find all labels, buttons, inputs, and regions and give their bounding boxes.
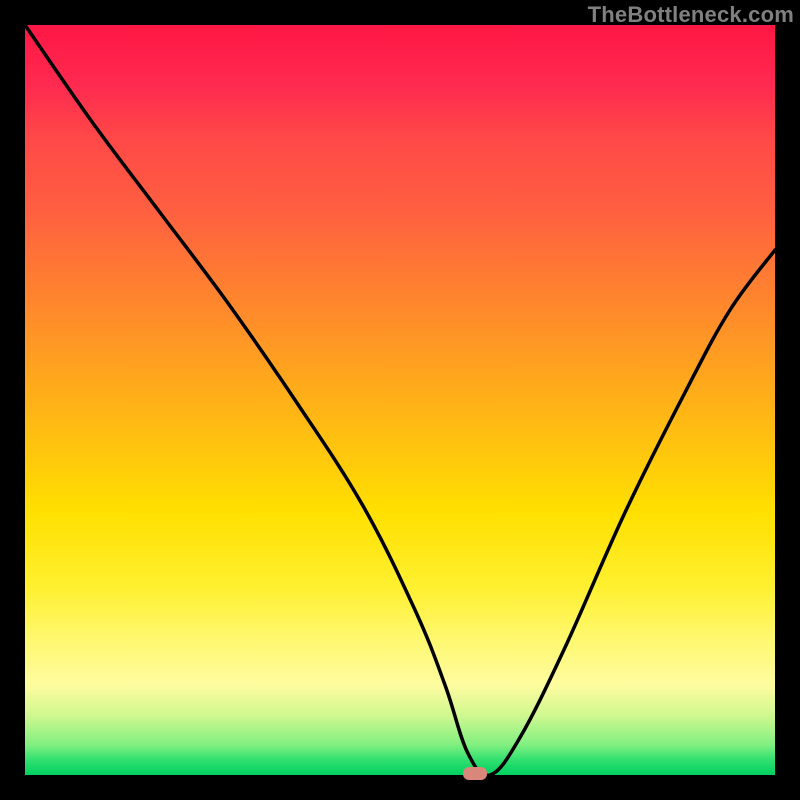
bottleneck-curve [25,25,775,775]
plot-area [25,25,775,775]
chart-container: TheBottleneck.com [0,0,800,800]
optimal-marker [463,767,487,780]
watermark-text: TheBottleneck.com [588,2,794,28]
